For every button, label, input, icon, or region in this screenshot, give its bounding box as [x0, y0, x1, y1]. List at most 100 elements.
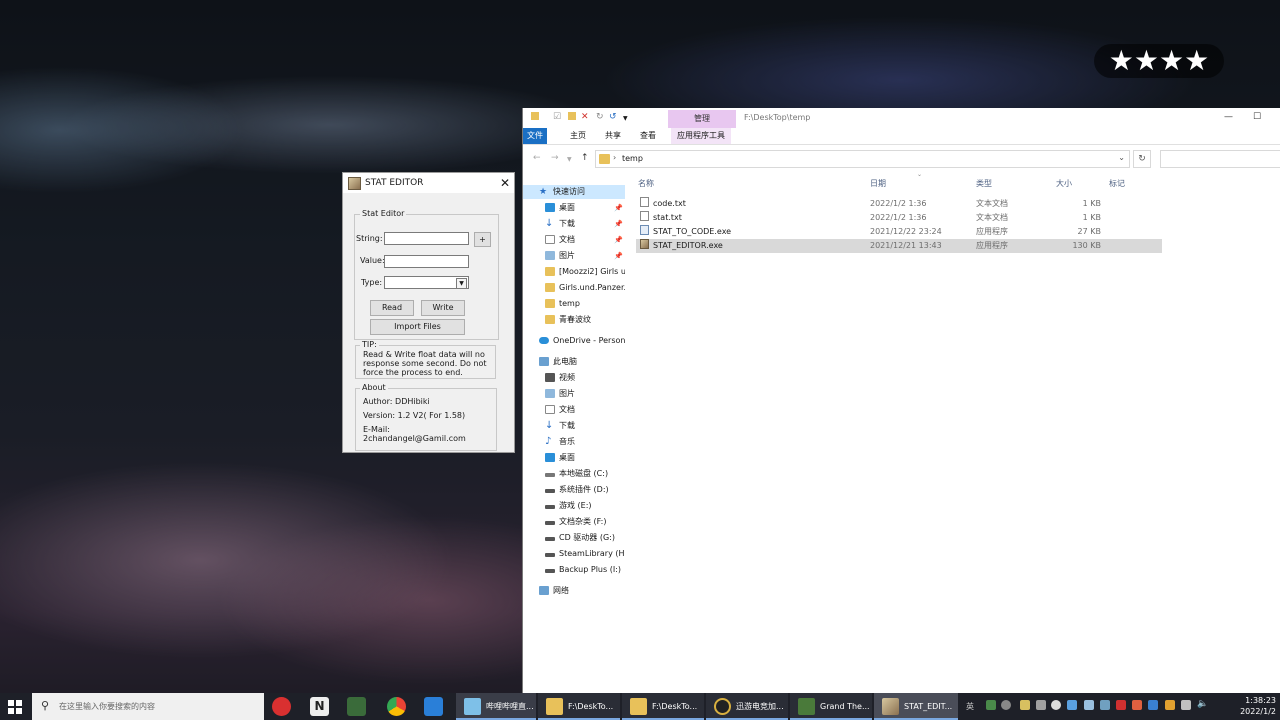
- tray-app-icon[interactable]: [1148, 700, 1158, 710]
- sidebar-item-pc-documents[interactable]: 文档: [523, 403, 625, 417]
- table-row[interactable]: code.txt 2022/1/2 1:36 文本文档 1 KB: [636, 197, 1162, 211]
- new-folder-icon[interactable]: [568, 112, 576, 123]
- breadcrumb[interactable]: temp: [622, 154, 643, 163]
- properties-icon[interactable]: ☑: [553, 112, 561, 122]
- sidebar-item-pc-desktop[interactable]: 桌面: [523, 451, 625, 465]
- netease-music-icon[interactable]: [272, 697, 291, 716]
- table-row[interactable]: STAT_TO_CODE.exe 2021/12/22 23:24 应用程序 2…: [636, 225, 1162, 239]
- taskbar-task-gta[interactable]: Grand The...: [790, 693, 872, 720]
- sidebar-item-downloads[interactable]: ↓ 下载 📌: [523, 217, 625, 231]
- chrome-icon[interactable]: [387, 697, 406, 716]
- volume-icon[interactable]: 🔈: [1197, 699, 1208, 709]
- tray-app-icon[interactable]: [1020, 700, 1030, 710]
- undo-icon[interactable]: ↺: [609, 112, 617, 122]
- taskbar-task-bilibili[interactable]: 哔哩哔哩直...: [456, 693, 536, 720]
- column-type[interactable]: 类型: [976, 178, 992, 189]
- sidebar-item-drive-c[interactable]: 本地磁盘 (C:): [523, 467, 625, 481]
- minimize-icon[interactable]: —: [1224, 112, 1233, 122]
- tray-app-icon[interactable]: [1116, 700, 1126, 710]
- add-string-button[interactable]: +: [474, 232, 491, 247]
- sidebar-item-desktop[interactable]: 桌面 📌: [523, 201, 625, 215]
- tab-home[interactable]: 主页: [564, 128, 592, 144]
- chevron-down-icon[interactable]: ⌄: [1118, 153, 1125, 162]
- sidebar-item-pc-pictures[interactable]: 图片: [523, 387, 625, 401]
- sidebar-item-videos[interactable]: 视频: [523, 371, 625, 385]
- column-size[interactable]: 大小: [1056, 178, 1072, 189]
- gta-icon[interactable]: [347, 697, 366, 716]
- recent-icon[interactable]: ▼: [567, 156, 572, 163]
- tray-app-icon[interactable]: [1165, 700, 1175, 710]
- manage-tab[interactable]: 管理: [668, 110, 736, 128]
- address-bar[interactable]: › temp ⌄: [595, 150, 1130, 168]
- explorer-titlebar[interactable]: ☑ ✕ ↻ ↺ ▼ 管理 F:\DeskTop\temp — ☐: [523, 108, 1280, 128]
- search-input[interactable]: [1160, 150, 1280, 168]
- taskbar-task-xunyou[interactable]: 迅游电竞加...: [706, 693, 788, 720]
- taskbar-task-explorer-2[interactable]: F:\DeskTo...: [622, 693, 704, 720]
- table-row-selected[interactable]: STAT_EDITOR.exe 2021/12/21 13:43 应用程序 13…: [636, 239, 1162, 253]
- clock[interactable]: 1:38:23 2022/1/2: [1224, 695, 1276, 717]
- navigation-pane: ★ 快速访问 桌面 📌 ↓ 下载 📌 文档 📌 图片 📌 [Moozzi2] G…: [523, 180, 627, 693]
- taskbar-task-stat-editor[interactable]: STAT_EDIT...: [874, 693, 958, 720]
- windows-start-icon[interactable]: [8, 700, 22, 714]
- tab-share[interactable]: 共享: [599, 128, 627, 144]
- tray-app-icon[interactable]: [1036, 700, 1046, 710]
- redo-icon[interactable]: ↻: [596, 112, 604, 122]
- sidebar-item-documents[interactable]: 文档 📌: [523, 233, 625, 247]
- stat-editor-titlebar[interactable]: STAT EDITOR ✕: [343, 173, 514, 193]
- sidebar-item-drive-d[interactable]: 系统插件 (D:): [523, 483, 625, 497]
- notepad-n-icon[interactable]: N: [310, 697, 329, 716]
- sidebar-item-label: Backup Plus (I:): [559, 565, 621, 574]
- sidebar-item-drive-e[interactable]: 游戏 (E:): [523, 499, 625, 513]
- sidebar-item-music[interactable]: ♪ 音乐: [523, 435, 625, 449]
- sidebar-item-network[interactable]: 网络: [523, 584, 625, 598]
- sidebar-item-temp[interactable]: temp: [523, 297, 625, 311]
- column-tags[interactable]: 标记: [1109, 178, 1125, 189]
- import-files-button[interactable]: Import Files: [370, 319, 465, 335]
- write-button[interactable]: Write: [421, 300, 465, 316]
- tab-view[interactable]: 查看: [634, 128, 662, 144]
- string-input[interactable]: [384, 232, 469, 245]
- tab-app-tools[interactable]: 应用程序工具: [671, 128, 731, 144]
- column-name[interactable]: 名称: [638, 178, 654, 189]
- sidebar-item-label: 音乐: [559, 437, 575, 446]
- sidebar-item-this-pc[interactable]: 此电脑: [523, 355, 625, 369]
- sidebar-item-gup[interactable]: Girls.und.Panzer.t: [523, 281, 625, 295]
- ime-indicator[interactable]: 英: [966, 701, 974, 712]
- type-select[interactable]: ▼: [384, 276, 469, 289]
- tray-app-icon[interactable]: [1100, 700, 1110, 710]
- tray-app-icon[interactable]: [1067, 700, 1077, 710]
- tray-cloud-icon[interactable]: [1001, 700, 1011, 710]
- sidebar-item-ripples[interactable]: 青春波纹: [523, 313, 625, 327]
- sidebar-item-drive-g[interactable]: CD 驱动器 (G:): [523, 531, 625, 545]
- sidebar-item-drive-h[interactable]: SteamLibrary (H:): [523, 547, 625, 561]
- up-icon[interactable]: ↑: [581, 153, 589, 163]
- sidebar-item-drive-f[interactable]: 文档杂类 (F:): [523, 515, 625, 529]
- table-row[interactable]: stat.txt 2022/1/2 1:36 文本文档 1 KB: [636, 211, 1162, 225]
- sidebar-item-onedrive[interactable]: OneDrive - Person: [523, 334, 625, 348]
- steam-icon[interactable]: [1084, 700, 1094, 710]
- back-icon[interactable]: ←: [533, 153, 541, 163]
- sidebar-item-pc-downloads[interactable]: ↓ 下载: [523, 419, 625, 433]
- value-input[interactable]: [384, 255, 469, 268]
- column-date[interactable]: 日期: [870, 178, 886, 189]
- sidebar-item-quick-access[interactable]: ★ 快速访问: [523, 185, 625, 199]
- bird-app-icon[interactable]: [424, 697, 443, 716]
- delete-icon[interactable]: ✕: [581, 112, 589, 122]
- sidebar-item-moozzi[interactable]: [Moozzi2] Girls u: [523, 265, 625, 279]
- tray-app-icon[interactable]: [1132, 700, 1142, 710]
- maximize-icon[interactable]: ☐: [1253, 112, 1261, 122]
- sidebar-item-pictures[interactable]: 图片 📌: [523, 249, 625, 263]
- taskbar-task-explorer-1[interactable]: F:\DeskTo...: [538, 693, 620, 720]
- tab-file[interactable]: 文件: [523, 128, 547, 144]
- tray-app-icon[interactable]: [1051, 700, 1061, 710]
- sidebar-item-drive-i[interactable]: Backup Plus (I:): [523, 563, 625, 577]
- network-icon[interactable]: [1181, 700, 1191, 710]
- close-icon[interactable]: ✕: [496, 176, 514, 190]
- tray-app-icon[interactable]: [986, 700, 996, 710]
- customize-qat-icon[interactable]: ▼: [623, 115, 628, 122]
- taskbar-search[interactable]: ⚲ 在这里输入你要搜索的内容: [32, 693, 264, 720]
- read-button[interactable]: Read: [370, 300, 414, 316]
- forward-icon[interactable]: →: [551, 153, 559, 163]
- chevron-down-icon[interactable]: ▼: [456, 278, 467, 289]
- refresh-icon[interactable]: ↻: [1133, 150, 1151, 168]
